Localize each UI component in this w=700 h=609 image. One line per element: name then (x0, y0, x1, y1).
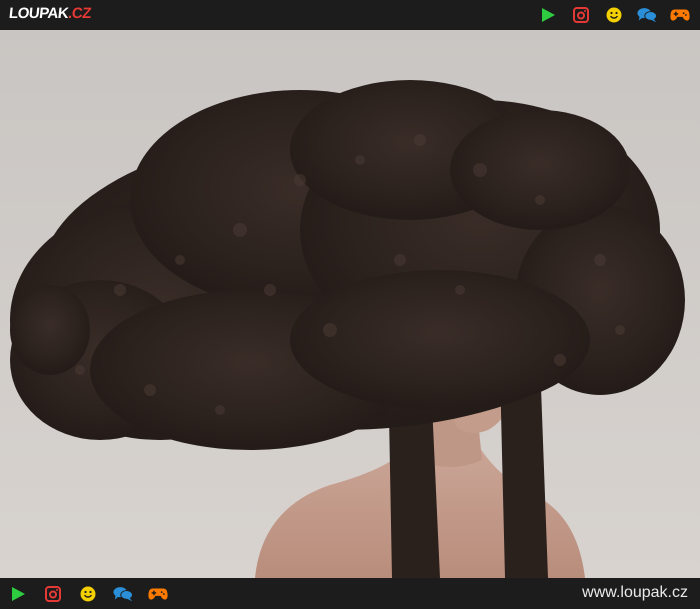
play-icon[interactable] (538, 5, 558, 25)
site-url[interactable]: www.loupak.cz (582, 584, 688, 602)
logo-main-text: LOUPAK (8, 5, 70, 22)
instagram-icon[interactable] (571, 5, 591, 25)
top-icon-group (538, 5, 690, 25)
gamepad-icon[interactable] (670, 5, 690, 25)
instagram-icon[interactable] (43, 584, 63, 604)
smiley-icon[interactable] (604, 5, 624, 25)
bottom-icon-group (8, 584, 168, 604)
gamepad-icon[interactable] (148, 584, 168, 604)
photo-illustration (0, 30, 700, 578)
top-bar: LOUPAK.CZ (0, 0, 700, 30)
site-logo[interactable]: LOUPAK.CZ (8, 5, 92, 22)
smiley-icon[interactable] (78, 584, 98, 604)
logo-suffix-text: .CZ (67, 5, 92, 22)
chat-icon[interactable] (113, 584, 133, 604)
play-icon[interactable] (8, 584, 28, 604)
main-photo (0, 30, 700, 578)
bottom-bar: www.loupak.cz (0, 578, 700, 609)
chat-icon[interactable] (637, 5, 657, 25)
